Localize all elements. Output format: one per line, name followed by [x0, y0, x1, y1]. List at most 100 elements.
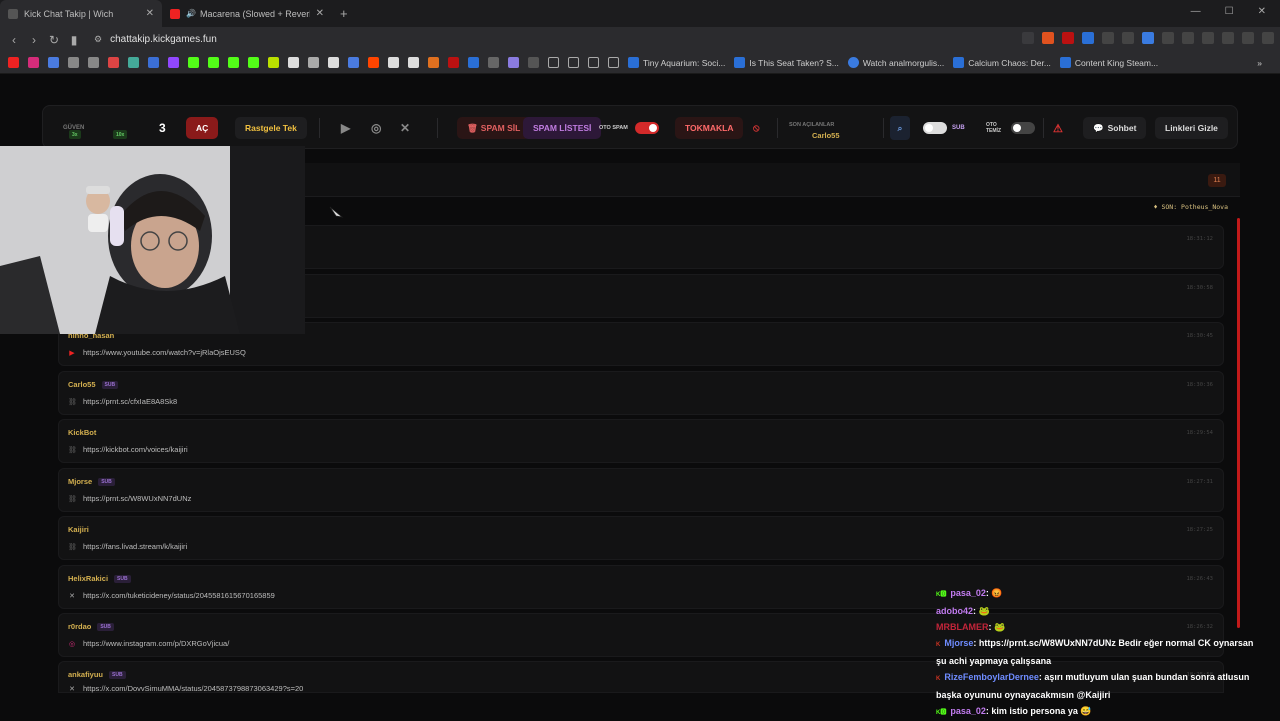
message-link[interactable]: ⛓ https://kickbot.com/voices/kaijiri: [68, 445, 188, 454]
close-window-icon[interactable]: ✕: [1258, 6, 1266, 17]
block-icon[interactable]: ⦸: [753, 116, 760, 140]
youtube-icon[interactable]: ▶: [341, 116, 350, 140]
bookmark-tiny-aquarium[interactable]: Tiny Aquarium: Soci...: [628, 57, 725, 68]
folder-icon[interactable]: [608, 57, 619, 68]
extension-icon[interactable]: [1162, 32, 1174, 44]
x-icon[interactable]: ✕: [400, 116, 410, 140]
message-row[interactable]: Kaijiri ⛓ https://fans.livad.stream/k/kai…: [58, 516, 1224, 560]
amazon-bookmark-icon[interactable]: [408, 57, 419, 68]
kick-bookmark-icon[interactable]: [248, 57, 259, 68]
message-user[interactable]: Mjorse SUB: [68, 477, 115, 486]
bookmark-icon[interactable]: [88, 57, 99, 68]
bookmark-icon[interactable]: [488, 57, 499, 68]
bookmark-icon[interactable]: [448, 57, 459, 68]
reddit-bookmark-icon[interactable]: [368, 57, 379, 68]
warning-icon[interactable]: ⚠: [1053, 116, 1063, 140]
tab-close-icon[interactable]: ✕: [146, 8, 154, 19]
kick-bookmark-icon[interactable]: [228, 57, 239, 68]
twitch-bookmark-icon[interactable]: [168, 57, 179, 68]
kick-bookmark-icon[interactable]: [188, 57, 199, 68]
bookmark-icon[interactable]: [528, 57, 539, 68]
hide-links-button[interactable]: Linkleri Gizle: [1155, 117, 1228, 139]
tokmakla-button[interactable]: TOKMAKLA: [675, 117, 744, 139]
bookmark-icon[interactable]: [108, 57, 119, 68]
folder-icon[interactable]: [548, 57, 559, 68]
site-info-icon[interactable]: ⚙: [94, 34, 102, 45]
maximize-icon[interactable]: ☐: [1225, 6, 1234, 17]
bookmark-icon[interactable]: [388, 57, 399, 68]
bookmark-icon[interactable]: [468, 57, 479, 68]
menu-icon[interactable]: [1262, 32, 1274, 44]
message-row[interactable]: Carlo55 SUB ⛓ https://prnt.sc/cfxIaE8A8Sk8…: [58, 371, 1224, 415]
message-user[interactable]: ankafiyuu SUB: [68, 670, 126, 679]
message-link[interactable]: ✕ https://x.com/DovvSimuMMA/status/204587…: [68, 684, 303, 693]
extension-icon[interactable]: [1102, 32, 1114, 44]
bookmark-icon[interactable]: [48, 57, 59, 68]
extension-icon[interactable]: [1082, 32, 1094, 44]
download-icon[interactable]: [1222, 32, 1234, 44]
folder-icon[interactable]: [588, 57, 599, 68]
tab-kick-chat[interactable]: Kick Chat Takip | Wich ✕: [0, 0, 162, 27]
bookmark-icon[interactable]: [308, 57, 319, 68]
message-link[interactable]: ⛓ https://prnt.sc/W8WUxNN7dUNz: [68, 494, 191, 503]
sohbet-button[interactable]: 💬 Sohbet: [1083, 117, 1147, 139]
random-button[interactable]: Rastgele Tek: [235, 117, 307, 139]
bookmark-watch[interactable]: Watch analmorgulis...: [847, 57, 944, 68]
url-field[interactable]: ⚙ chattakip.kickgames.fun: [94, 31, 1034, 48]
message-link[interactable]: ▶ https://www.youtube.com/watch?v=jRlaOjs…: [68, 348, 245, 357]
minimize-icon[interactable]: —: [1191, 6, 1201, 17]
bookmark-calcium-chaos[interactable]: Calcium Chaos: Der...: [953, 57, 1051, 68]
instagram-icon[interactable]: ◎: [371, 116, 381, 140]
ublock-icon[interactable]: [1062, 32, 1074, 44]
extension-icon[interactable]: [1122, 32, 1134, 44]
message-row[interactable]: KickBot ⛓ https://kickbot.com/voices/kaij…: [58, 419, 1224, 463]
auto-clean-toggle[interactable]: [1011, 122, 1035, 134]
message-link[interactable]: ✕ https://x.com/tuketicideney/status/2045…: [68, 591, 275, 600]
sub-toggle[interactable]: [923, 122, 947, 134]
message-user[interactable]: r0rdao SUB: [68, 622, 114, 631]
scrollbar[interactable]: [1237, 218, 1240, 628]
message-link[interactable]: ⛓ https://prnt.sc/cfxIaE8A8Sk8: [68, 397, 177, 406]
message-link[interactable]: ◎ https://www.instagram.com/p/DXRGoVjicua…: [68, 639, 229, 648]
bookmark-icon[interactable]: [68, 57, 79, 68]
youtube-bookmark-icon[interactable]: [8, 57, 19, 68]
more-bookmarks-icon[interactable]: »: [1257, 58, 1262, 68]
spam-list-button[interactable]: SPAM LİSTESİ: [523, 117, 602, 139]
share-icon[interactable]: [1022, 32, 1034, 44]
bookmark-icon[interactable]: ▮: [64, 33, 84, 47]
message-user[interactable]: HelixRakici SUB: [68, 574, 131, 583]
last-opened-user[interactable]: Carlo55: [812, 123, 840, 147]
message-link[interactable]: ⛓ https://fans.livad.stream/k/kaijiri: [68, 542, 187, 551]
message-row[interactable]: Mjorse SUB ⛓ https://prnt.sc/W8WUxNN7dUNz …: [58, 468, 1224, 512]
reload-icon[interactable]: ↻: [44, 33, 64, 47]
brave-shield-icon[interactable]: [1042, 32, 1054, 44]
x-bookmark-icon[interactable]: [328, 57, 339, 68]
message-user[interactable]: Carlo55 SUB: [68, 380, 119, 389]
bookmark-icon[interactable]: [508, 57, 519, 68]
bookmark-icon[interactable]: [288, 57, 299, 68]
extensions-puzzle-icon[interactable]: [1182, 32, 1194, 44]
back-icon[interactable]: ‹: [4, 33, 24, 47]
ac-button[interactable]: AÇ: [186, 117, 219, 139]
tab-close-icon[interactable]: ✕: [316, 8, 324, 19]
media-icon[interactable]: [1242, 32, 1254, 44]
instagram-bookmark-icon[interactable]: [28, 57, 39, 68]
bookmark-content-king[interactable]: Content King Steam...: [1059, 57, 1158, 68]
bookmark-icon[interactable]: [348, 57, 359, 68]
extension-icon[interactable]: [1142, 32, 1154, 44]
bookmark-icon[interactable]: [268, 57, 279, 68]
message-user[interactable]: KickBot: [68, 428, 96, 437]
folder-icon[interactable]: [568, 57, 579, 68]
new-tab-icon[interactable]: +: [332, 6, 356, 21]
message-user[interactable]: Kaijiri: [68, 525, 89, 534]
bookmark-icon[interactable]: [128, 57, 139, 68]
bookmark-icon[interactable]: [148, 57, 159, 68]
spam-delete-button[interactable]: 🗑 SPAM SİL: [457, 117, 531, 139]
bookmark-icon[interactable]: [428, 57, 439, 68]
auto-spam-toggle[interactable]: [635, 122, 659, 134]
tab-macarena[interactable]: 🔊 Macarena (Slowed + Reverb) | G... ✕: [162, 0, 332, 27]
bookmark-seat-taken[interactable]: Is This Seat Taken? S...: [734, 57, 839, 68]
forward-icon[interactable]: ›: [24, 33, 44, 47]
kick-bookmark-icon[interactable]: [208, 57, 219, 68]
sidebar-icon[interactable]: [1202, 32, 1214, 44]
